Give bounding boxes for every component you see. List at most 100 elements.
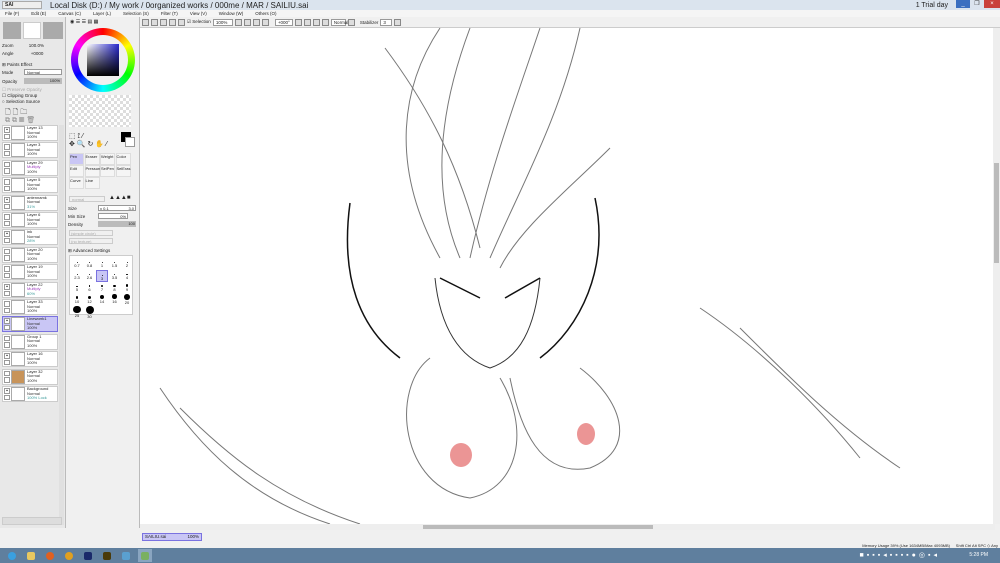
visibility-toggle[interactable]: ▪ bbox=[4, 283, 10, 290]
rotate-right-button[interactable] bbox=[303, 18, 311, 26]
layer-row[interactable]: Layer 3 Normal 100% bbox=[2, 142, 58, 159]
lock-toggle[interactable] bbox=[4, 325, 10, 331]
layer-ops-buttons[interactable]: ⧉⧉▦🗑 bbox=[5, 116, 37, 125]
brush-size-preset[interactable]: 4 bbox=[121, 270, 133, 282]
brush-tool-pen[interactable]: Pen bbox=[69, 153, 84, 165]
brush-tool-eraser[interactable]: Eraser bbox=[84, 153, 100, 165]
menu-canvas[interactable]: Canvas (C) bbox=[53, 10, 88, 17]
brush-tool-curve[interactable]: Curve bbox=[69, 177, 84, 189]
stabilizer-select[interactable]: 3 bbox=[380, 18, 393, 26]
zoom-in-button[interactable] bbox=[252, 18, 260, 26]
visibility-toggle[interactable] bbox=[4, 144, 10, 150]
visibility-toggle[interactable]: ▪ bbox=[4, 127, 10, 133]
photoshop-icon[interactable] bbox=[81, 549, 95, 562]
swatch-scratchpad[interactable] bbox=[69, 95, 131, 127]
nav-angle-value[interactable]: +0000 bbox=[31, 51, 44, 56]
toolbar-button[interactable] bbox=[160, 18, 167, 26]
layer-scrollbar[interactable] bbox=[59, 125, 64, 525]
toolbar-button[interactable] bbox=[169, 18, 176, 26]
brush-size-preset[interactable]: 25 bbox=[71, 306, 83, 318]
brush-size-preset[interactable]: 3 bbox=[96, 270, 108, 282]
lock-toggle[interactable] bbox=[4, 360, 10, 366]
firefox-icon[interactable] bbox=[43, 549, 57, 562]
lock-toggle[interactable] bbox=[4, 203, 10, 209]
brush-tool-edit[interactable]: Edit bbox=[69, 165, 84, 177]
opacity-slider[interactable]: 100% bbox=[24, 78, 62, 84]
chrome-icon[interactable] bbox=[62, 549, 76, 562]
layer-row[interactable]: Group 1 Normal 100% bbox=[2, 333, 58, 350]
toolbar-button[interactable] bbox=[178, 18, 185, 26]
brush-size-preset[interactable]: 1.5 bbox=[109, 258, 121, 270]
visibility-toggle[interactable]: ▪ bbox=[4, 388, 10, 394]
brush-size-preset[interactable]: 8 bbox=[109, 282, 121, 294]
brush-size-preset[interactable]: 14 bbox=[96, 294, 108, 306]
lock-toggle[interactable] bbox=[4, 342, 10, 348]
density-slider[interactable]: 100 bbox=[98, 221, 136, 227]
brush-texture-select[interactable]: (no texture) bbox=[69, 238, 113, 244]
explorer-icon[interactable] bbox=[24, 549, 38, 562]
tool-icons[interactable]: ⬚ ⟟ ⁄ ✥ 🔍 ↻ ✋ ⁄ bbox=[69, 133, 107, 149]
brush-size-preset[interactable]: 1 bbox=[96, 258, 108, 270]
advanced-settings-toggle[interactable]: ⊞ Advanced Settings bbox=[68, 248, 110, 254]
color-mode-tabs[interactable]: ◉ ☰ ☰ ▤ ▦ bbox=[70, 19, 100, 25]
visibility-toggle[interactable] bbox=[4, 248, 10, 255]
toolbar-button[interactable] bbox=[151, 18, 158, 26]
rotate-reset-button[interactable] bbox=[312, 18, 320, 26]
visibility-toggle[interactable]: ▪ bbox=[4, 353, 10, 360]
lock-toggle[interactable] bbox=[4, 238, 10, 244]
lock-toggle[interactable] bbox=[4, 168, 10, 174]
layer-mode-select[interactable]: Normal bbox=[24, 69, 62, 75]
brush-size-preset[interactable]: 12 bbox=[84, 294, 96, 306]
hscroll-thumb[interactable] bbox=[423, 525, 653, 529]
layer-row[interactable]: ▪ Layer 22 Multiply 60% bbox=[2, 281, 58, 298]
app-icon[interactable] bbox=[119, 549, 133, 562]
layer-row[interactable]: ▪ Layer 13 Normal 100% bbox=[2, 125, 58, 141]
lock-toggle[interactable] bbox=[4, 272, 10, 279]
view-mode-button[interactable] bbox=[347, 18, 355, 26]
layer-row[interactable]: Layer 20 Normal 100% bbox=[2, 246, 58, 263]
brush-size-preset[interactable]: 10 bbox=[71, 294, 83, 306]
layer-row[interactable]: ▪ antennamk Normal 31% bbox=[2, 194, 58, 211]
layer-row[interactable]: Layer 33 Normal 100% bbox=[2, 299, 58, 315]
visibility-toggle[interactable] bbox=[4, 301, 10, 307]
tray-icons[interactable]: ■▪▪▪◂▪▪▪▪●◎▪◂ bbox=[860, 551, 940, 559]
lock-toggle[interactable] bbox=[4, 307, 10, 313]
zoom-reset-button[interactable] bbox=[261, 18, 269, 26]
brush-size-preset[interactable]: 30 bbox=[84, 306, 96, 319]
brush-tool-line[interactable]: Line bbox=[84, 177, 100, 189]
close-button[interactable]: × bbox=[984, 0, 1000, 8]
visibility-toggle[interactable]: ▪ bbox=[4, 318, 10, 325]
menu-view[interactable]: View (V) bbox=[185, 10, 214, 17]
menu-edit[interactable]: Edit (E) bbox=[26, 10, 53, 17]
size-multiplier[interactable]: x 0.1 bbox=[100, 206, 109, 211]
brush-tool-seleras[interactable]: SelEras bbox=[115, 165, 131, 177]
visibility-toggle[interactable] bbox=[4, 179, 10, 185]
brush-shape-select[interactable]: (simple circle) bbox=[69, 230, 113, 236]
lock-toggle[interactable] bbox=[4, 395, 10, 400]
paints-effect-toggle[interactable]: ⊞ Paints Effect bbox=[2, 62, 32, 68]
brush-size-preset[interactable]: 16 bbox=[109, 294, 121, 306]
layer-row[interactable]: ▪ Lineworrk1 Normal 100% bbox=[2, 316, 58, 333]
visibility-toggle[interactable] bbox=[4, 214, 10, 220]
layer-hscroll[interactable] bbox=[2, 517, 62, 525]
brush-size-preset[interactable]: 2.3 bbox=[71, 270, 83, 282]
nav-zoom-value[interactable]: 100.0% bbox=[29, 43, 44, 48]
brush-tool-pressure[interactable]: Pressure bbox=[84, 165, 102, 177]
sai-taskbar-icon[interactable] bbox=[138, 549, 152, 562]
brush-size-preset[interactable]: 0.7 bbox=[71, 258, 83, 270]
canvas-vscrollbar[interactable] bbox=[993, 28, 1000, 524]
navigator-preview[interactable] bbox=[23, 22, 41, 39]
brush-shape-buttons[interactable]: ▲▲▲■ bbox=[109, 195, 130, 201]
zoom-button[interactable] bbox=[243, 18, 251, 26]
lock-toggle[interactable] bbox=[4, 290, 10, 296]
menu-selection[interactable]: Selection (S) bbox=[118, 10, 156, 17]
brush-size-preset[interactable]: 6 bbox=[84, 282, 96, 294]
visibility-toggle[interactable] bbox=[4, 335, 10, 342]
brush-size-preset[interactable]: 2 bbox=[121, 258, 133, 270]
menu-filter[interactable]: Filter (T) bbox=[156, 10, 185, 17]
layer-row[interactable]: Layer 32 Normal 100% bbox=[2, 368, 58, 385]
lock-toggle[interactable] bbox=[4, 134, 10, 139]
zoom-field[interactable]: 100% bbox=[212, 18, 233, 26]
minimize-button[interactable]: _ bbox=[956, 0, 970, 8]
brush-size-preset[interactable]: 2.6 bbox=[84, 270, 96, 282]
